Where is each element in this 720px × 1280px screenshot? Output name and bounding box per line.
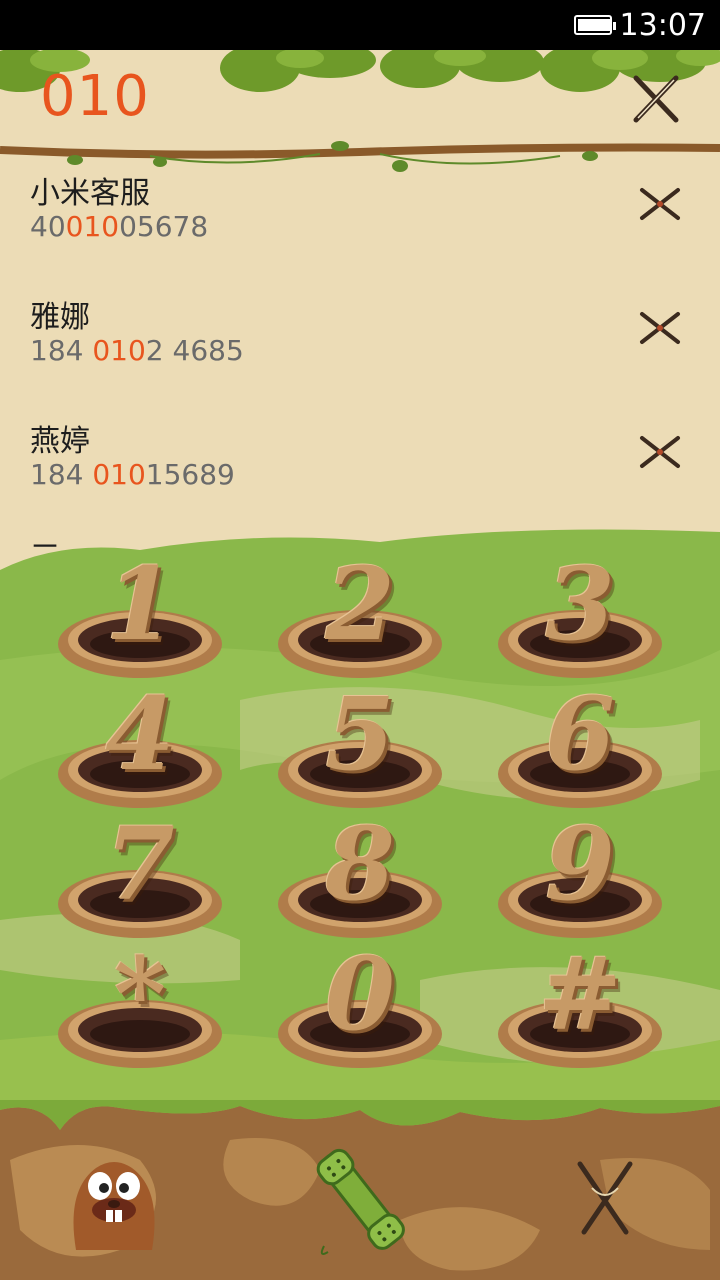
battery-icon bbox=[573, 15, 616, 35]
dialed-number: 010 bbox=[40, 64, 150, 129]
key-label: 5 bbox=[325, 675, 395, 793]
contact-item[interactable]: 小米客服 4001005678 bbox=[30, 164, 690, 274]
status-time: 13:07 bbox=[619, 7, 706, 43]
key-label: 9 bbox=[545, 805, 615, 923]
dial-call-button[interactable] bbox=[310, 1140, 410, 1260]
key-hash[interactable]: # bbox=[495, 944, 665, 1080]
status-bar: 13:07 bbox=[0, 0, 720, 50]
key-label: 7 bbox=[105, 805, 175, 923]
key-4[interactable]: 4 bbox=[55, 684, 225, 820]
key-9[interactable]: 9 bbox=[495, 814, 665, 950]
call-contact-icon[interactable] bbox=[638, 184, 682, 224]
key-label: 3 bbox=[545, 545, 615, 663]
key-5[interactable]: 5 bbox=[275, 684, 445, 820]
key-6[interactable]: 6 bbox=[495, 684, 665, 820]
contact-number: 4001005678 bbox=[30, 210, 209, 243]
contact-name: 小米客服 bbox=[30, 176, 150, 211]
key-label: * bbox=[113, 935, 167, 1053]
contact-name: 燕婷 bbox=[30, 424, 90, 459]
key-label: # bbox=[538, 935, 622, 1053]
beaver-icon[interactable] bbox=[66, 1150, 162, 1250]
key-label: 0 bbox=[325, 935, 395, 1053]
call-contact-icon[interactable] bbox=[638, 308, 682, 348]
key-3[interactable]: 3 bbox=[495, 554, 665, 690]
key-label: 2 bbox=[325, 545, 395, 663]
key-2[interactable]: 2 bbox=[275, 554, 445, 690]
contact-item[interactable]: 雅娜 184 0102 4685 bbox=[30, 288, 690, 398]
key-8[interactable]: 8 bbox=[275, 814, 445, 950]
contact-number: 184 01015689 bbox=[30, 458, 235, 491]
contact-name: 雅娜 bbox=[30, 300, 90, 335]
key-1[interactable]: 1 bbox=[55, 554, 225, 690]
key-7[interactable]: 7 bbox=[55, 814, 225, 950]
key-label: 6 bbox=[545, 675, 615, 793]
call-contact-icon[interactable] bbox=[638, 432, 682, 472]
key-label: 4 bbox=[105, 675, 175, 793]
key-0[interactable]: 0 bbox=[275, 944, 445, 1080]
contact-results-list[interactable]: 小米客服 4001005678 雅娜 184 0102 4685 燕婷 184 … bbox=[0, 160, 720, 550]
slingshot-icon[interactable] bbox=[570, 1158, 640, 1238]
clear-input-button[interactable] bbox=[628, 70, 684, 126]
key-label: 1 bbox=[105, 545, 175, 663]
contact-number: 184 0102 4685 bbox=[30, 334, 244, 367]
key-label: 8 bbox=[325, 805, 395, 923]
key-star[interactable]: * bbox=[55, 944, 225, 1080]
contact-item[interactable]: 燕婷 184 01015689 bbox=[30, 412, 690, 522]
